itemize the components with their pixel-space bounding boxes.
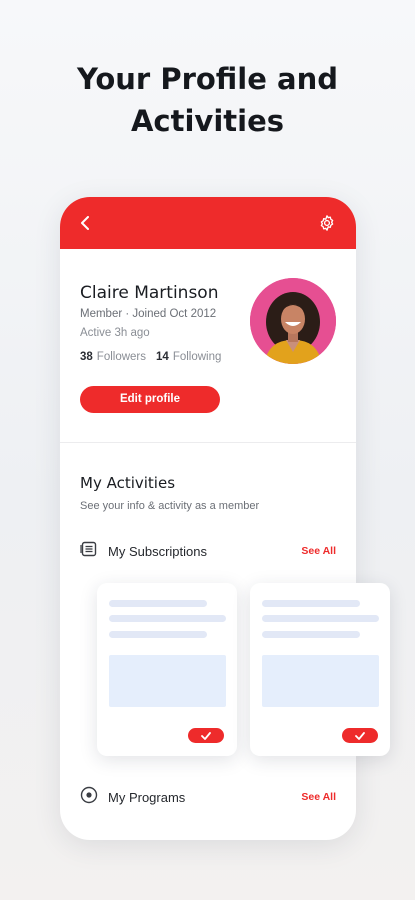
placeholder-image — [109, 655, 226, 707]
chevron-left-icon[interactable] — [76, 213, 94, 233]
placeholder-line — [262, 631, 360, 638]
programs-label: My Programs — [108, 789, 186, 805]
profile-section: Claire Martinson Member · Joined Oct 201… — [60, 249, 356, 443]
profile-name: Claire Martinson — [80, 283, 219, 303]
programs-see-all-link[interactable]: See All — [301, 791, 336, 803]
placeholder-line — [109, 600, 207, 607]
headline-line-1: Your Profile and — [77, 62, 338, 96]
subscription-card[interactable] — [97, 583, 237, 756]
gear-icon[interactable] — [318, 214, 336, 232]
profile-stats: 38 Followers 14 Following — [80, 351, 221, 363]
placeholder-image — [262, 655, 379, 707]
edit-profile-button[interactable]: Edit profile — [80, 386, 220, 413]
activities-title: My Activities — [80, 474, 176, 492]
headline: Your Profile and Activities — [0, 58, 415, 142]
check-icon — [201, 731, 211, 740]
subscription-card[interactable] — [250, 583, 390, 756]
placeholder-line — [262, 615, 379, 622]
following-stat[interactable]: 14 Following — [156, 351, 221, 363]
placeholder-line — [262, 600, 360, 607]
headline-line-2: Activities — [130, 104, 284, 138]
profile-meta: Member · Joined Oct 2012 — [80, 308, 217, 320]
subscriptions-label: My Subscriptions — [108, 543, 207, 559]
placeholder-line — [109, 631, 207, 638]
placeholder-line — [109, 615, 226, 622]
followers-label: Followers — [96, 351, 147, 363]
avatar[interactable] — [250, 278, 336, 364]
followers-stat[interactable]: 38 Followers — [80, 351, 146, 363]
check-badge[interactable] — [188, 728, 224, 743]
subscriptions-row[interactable]: My Subscriptions See All — [80, 541, 336, 561]
subscriptions-see-all-link[interactable]: See All — [301, 545, 336, 557]
play-circle-icon — [80, 786, 98, 809]
activities-subtitle: See your info & activity as a member — [80, 500, 260, 512]
top-bar — [60, 197, 356, 249]
followers-count: 38 — [80, 351, 93, 363]
following-label: Following — [172, 351, 222, 363]
check-icon — [355, 731, 365, 740]
following-count: 14 — [156, 351, 169, 363]
programs-row[interactable]: My Programs See All — [80, 786, 336, 809]
profile-active-status: Active 3h ago — [80, 327, 150, 339]
list-icon — [80, 540, 98, 563]
check-badge[interactable] — [342, 728, 378, 743]
